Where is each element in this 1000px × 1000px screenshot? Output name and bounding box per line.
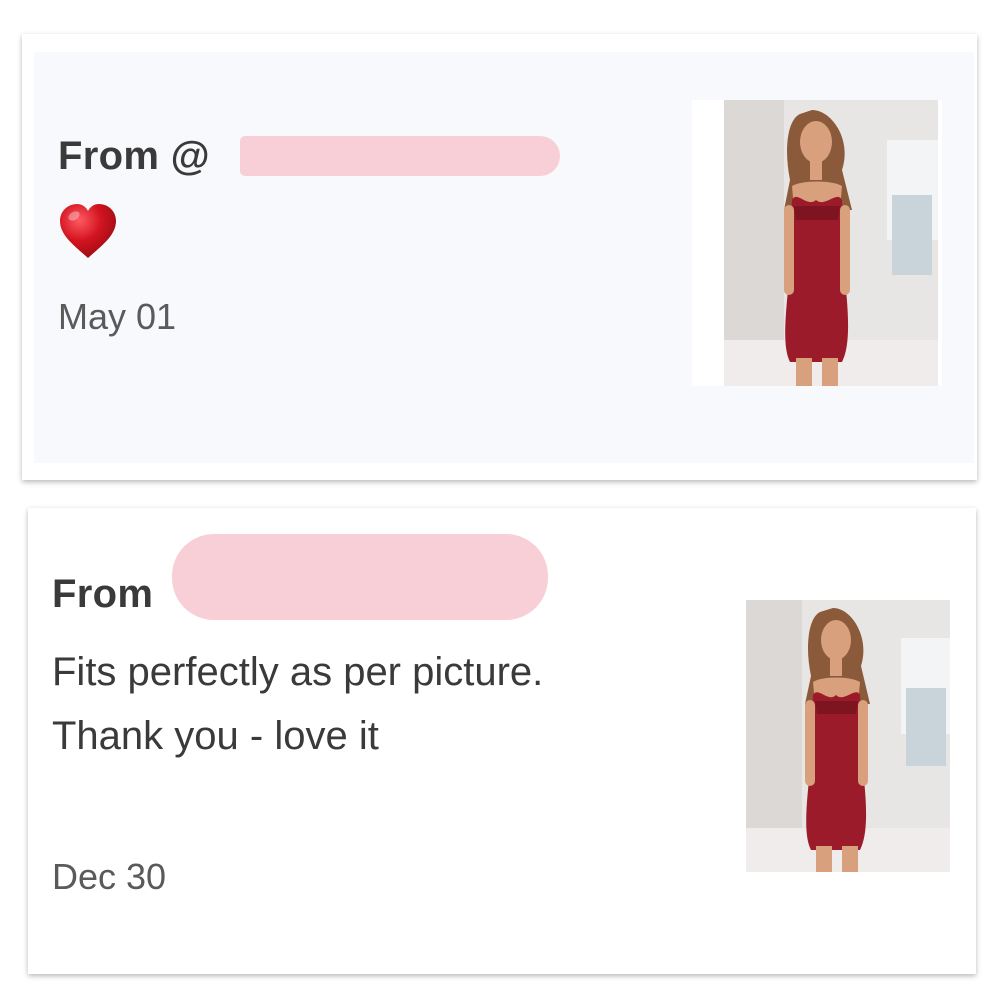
review-message: Fits perfectly as per picture. Thank you… <box>52 650 544 758</box>
notification-date: May 01 <box>58 296 177 337</box>
redacted-username <box>240 136 560 176</box>
heart-icon <box>60 204 116 258</box>
notification-card[interactable]: From @ May 01 <box>22 34 977 480</box>
from-label: From <box>52 572 154 616</box>
notification-card[interactable]: From Fits perfectly as per picture. Than… <box>28 508 976 974</box>
dress-photo-icon <box>724 100 938 386</box>
dress-photo-icon <box>746 600 950 872</box>
product-thumbnail[interactable] <box>692 100 942 386</box>
product-thumbnail[interactable] <box>746 600 950 872</box>
notification-date: Dec 30 <box>52 856 167 897</box>
from-label: From @ <box>58 134 210 178</box>
redacted-username <box>172 534 548 620</box>
review-screenshot: { "notifications": [ { "from_label": "Fr… <box>0 0 1000 1000</box>
